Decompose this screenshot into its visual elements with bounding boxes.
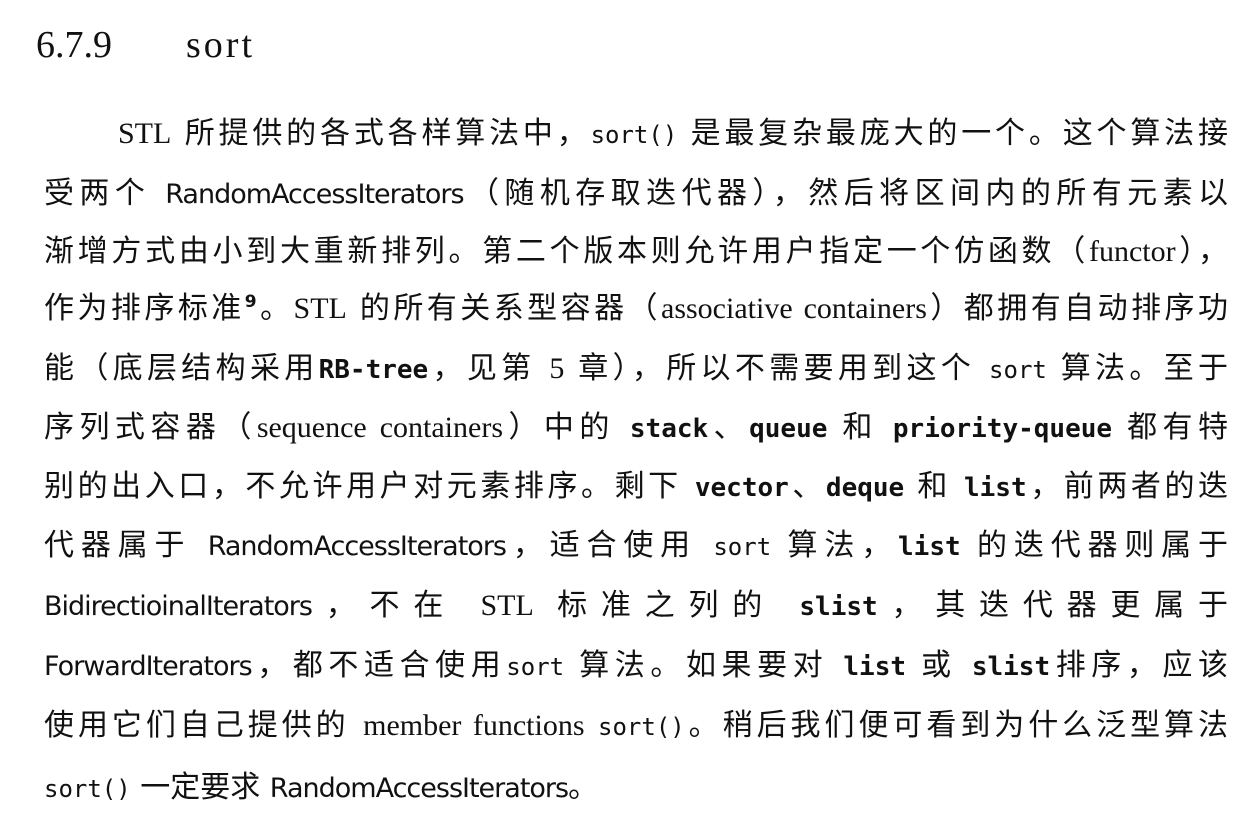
code-slist: slist bbox=[971, 652, 1051, 682]
text-stl: STL bbox=[118, 117, 172, 150]
paragraph-line-5: 能（底层结构采用RB-tree，见第 5 章），所以不需要用到这个 sort 算… bbox=[44, 347, 1228, 391]
text-span: 算法， bbox=[787, 528, 899, 563]
footnote-marker: 9 bbox=[244, 292, 257, 312]
text-span: 算法。如果要对 bbox=[579, 648, 829, 683]
text-span: 的所有关系型容器（ bbox=[359, 291, 662, 326]
text-span: 序列式容器（ bbox=[44, 410, 257, 445]
code-deque: deque bbox=[825, 473, 905, 503]
text-span: 和 bbox=[917, 469, 951, 504]
chapter-number: 5 bbox=[549, 352, 565, 385]
text-span: 算法。至于 bbox=[1060, 351, 1229, 386]
section-number: 6.7.9 bbox=[36, 24, 112, 66]
text-span: ，其迭代器更属于 bbox=[877, 588, 1228, 623]
code-sort: sort bbox=[989, 356, 1047, 384]
section-heading: 6.7.9 sort bbox=[36, 20, 255, 70]
term-random-access-iterators: RandomAccessIterators bbox=[207, 531, 507, 562]
term-forward-iterators: ForwardIterators bbox=[44, 651, 253, 682]
text-span: 的迭代器则属于 bbox=[977, 528, 1229, 563]
paragraph-line-8: 代器属于 RandomAccessIterators，适合使用 sort 算法，… bbox=[44, 524, 1228, 568]
code-priority-queue: priority-queue bbox=[892, 414, 1113, 444]
term-sequence-containers: sequence containers bbox=[256, 411, 503, 444]
code-list: list bbox=[898, 532, 961, 562]
code-slist: slist bbox=[799, 592, 878, 622]
text-span: 。 bbox=[256, 291, 294, 326]
text-span: 或 bbox=[921, 648, 957, 683]
code-queue: queue bbox=[749, 414, 828, 444]
paragraph-line-1: STL 所提供的各式各样算法中，sort() 是最复杂最庞大的一个。这个算法接 bbox=[118, 112, 1228, 156]
code-stack: stack bbox=[629, 414, 709, 444]
text-span: ，适合使用 bbox=[506, 528, 697, 563]
text-stl: STL bbox=[293, 292, 347, 325]
code-list: list bbox=[843, 652, 907, 682]
text-span: 排序，应该 bbox=[1050, 648, 1229, 683]
text-span: ，都不适合使用 bbox=[251, 648, 507, 683]
text-span: ，见第 bbox=[428, 351, 536, 386]
text-span: 都有特 bbox=[1127, 410, 1228, 445]
text-span: 能（底层结构采用 bbox=[44, 351, 319, 386]
paragraph-line-4: 作为排序标准9。STL 的所有关系型容器（associative contain… bbox=[44, 287, 1228, 331]
code-sort: sort bbox=[713, 533, 772, 561]
text-span: ）都拥有自动排序功 bbox=[926, 291, 1229, 326]
paragraph-line-6: 序列式容器（sequence containers）中的 stack、queue… bbox=[44, 406, 1228, 450]
paragraph-line-9: BidirectioinalIterators，不在 STL 标准之列的 sli… bbox=[44, 584, 1228, 628]
code-sort: sort() bbox=[44, 775, 131, 803]
term-random-access-iterators: RandomAccessIterators bbox=[269, 773, 569, 804]
text-span: 渐增方式由小到大重新排列。第二个版本则允许用户指定一个仿函数（ bbox=[44, 234, 1089, 269]
text-span: 标准之列的 bbox=[557, 588, 777, 623]
term-associative-containers: associative containers bbox=[661, 292, 927, 325]
paragraph-line-11: 使用它们自己提供的 member functions sort()。稍后我们便可… bbox=[44, 704, 1228, 748]
text-span: ）， bbox=[1175, 234, 1229, 269]
paragraph-line-7: 别的出入口，不允许用户对元素排序。剩下 vector、deque 和 list，… bbox=[44, 465, 1228, 509]
paragraph-line-3: 渐增方式由小到大重新排列。第二个版本则允许用户指定一个仿函数（functor）， bbox=[44, 230, 1228, 274]
text-span: 代器属于 bbox=[44, 528, 192, 563]
term-bidirectional-iterators: BidirectioinalIterators bbox=[44, 591, 313, 622]
term-functor: functor bbox=[1088, 235, 1176, 268]
text-span: ，不在 bbox=[311, 588, 458, 623]
text-span: 作为排序标准 bbox=[44, 291, 245, 326]
text-span: 所提供的各式各样算法中， bbox=[184, 116, 591, 151]
text-span: 、 bbox=[708, 410, 750, 445]
term-member-functions: member functions bbox=[363, 709, 585, 742]
text-span: ）中的 bbox=[503, 410, 615, 445]
text-span: 别的出入口，不允许用户对元素排序。剩下 bbox=[44, 469, 682, 504]
text-span: 使用它们自己提供的 bbox=[44, 708, 350, 743]
paragraph-line-10: ForwardIterators，都不适合使用sort 算法。如果要对 list… bbox=[44, 644, 1228, 688]
book-page: 6.7.9 sort STL 所提供的各式各样算法中，sort() 是最复杂最庞大… bbox=[0, 0, 1252, 822]
code-rb-tree: RB-tree bbox=[318, 355, 429, 385]
term-random-access-iterators: RandomAccessIterators bbox=[165, 179, 464, 210]
paragraph-line-12: sort() 一定要求 RandomAccessIterators。 bbox=[44, 766, 1228, 810]
text-span: 、 bbox=[788, 469, 826, 504]
text-span: （随机存取迭代器），然后将区间内的所有元素以 bbox=[463, 176, 1229, 211]
text-span: 受两个 bbox=[44, 176, 151, 211]
text-span: 章），所以不需要用到这个 bbox=[578, 351, 976, 386]
code-sort: sort() bbox=[598, 713, 685, 741]
section-title: sort bbox=[186, 24, 255, 66]
code-sort: sort bbox=[506, 653, 565, 681]
code-list: list bbox=[964, 473, 1027, 503]
code-vector: vector bbox=[694, 473, 789, 503]
text-span: 和 bbox=[842, 410, 878, 445]
text-stl: STL bbox=[480, 589, 534, 622]
code-sort: sort() bbox=[590, 121, 678, 149]
text-span: 一定要求 bbox=[140, 770, 261, 805]
paragraph-line-2: 受两个 RandomAccessIterators（随机存取迭代器），然后将区间… bbox=[44, 172, 1228, 216]
text-span: ，前两者的迭 bbox=[1026, 469, 1229, 504]
text-span: 。 bbox=[568, 770, 599, 805]
text-span: 是最复杂最庞大的一个。这个算法接 bbox=[690, 116, 1228, 151]
text-span: 。稍后我们便可看到为什么泛型算法 bbox=[684, 708, 1229, 743]
